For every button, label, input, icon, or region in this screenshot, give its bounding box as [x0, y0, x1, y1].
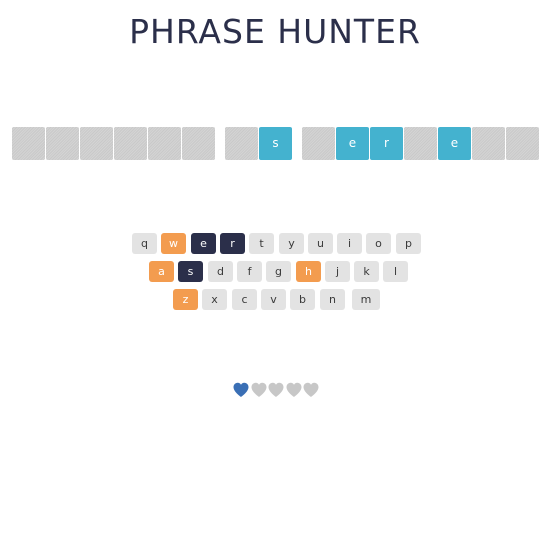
key-c[interactable]: c [232, 289, 257, 310]
phrase-letter-hidden [46, 127, 79, 160]
heart-icon-lost [251, 382, 266, 397]
heart-icon-live [233, 382, 249, 397]
phrase-letter-label: e [450, 136, 459, 150]
phrase-letter-hidden [472, 127, 505, 160]
phrase-letter-hidden [114, 127, 147, 160]
key-q[interactable]: q [132, 233, 157, 254]
phrase-letter-hidden [80, 127, 113, 160]
phrase-letter-hidden [148, 127, 181, 160]
key-l[interactable]: l [383, 261, 408, 282]
key-d[interactable]: d [208, 261, 233, 282]
key-z[interactable]: z [173, 289, 198, 310]
phrase-letter-revealed: s [259, 127, 292, 160]
key-o[interactable]: o [366, 233, 391, 254]
key-h[interactable]: h [296, 261, 321, 282]
key-k[interactable]: k [354, 261, 379, 282]
heart-icon-lost [286, 382, 301, 397]
phrase-letter-label: r [384, 136, 389, 150]
key-e[interactable]: e [191, 233, 216, 254]
phrase-letter-revealed: e [438, 127, 471, 160]
key-f[interactable]: f [237, 261, 262, 282]
key-s[interactable]: s [178, 261, 203, 282]
key-a[interactable]: a [149, 261, 174, 282]
key-j[interactable]: j [325, 261, 350, 282]
phrase-letter-revealed: r [370, 127, 403, 160]
game-screen: PHRASE HUNTER sere qwertyuiopasdfghjklzx… [0, 0, 550, 550]
phrase-letter-revealed: e [336, 127, 369, 160]
key-v[interactable]: v [261, 289, 286, 310]
phrase-letter-label: s [272, 136, 279, 150]
key-x[interactable]: x [202, 289, 227, 310]
phrase-letter-hidden [12, 127, 45, 160]
key-b[interactable]: b [290, 289, 315, 310]
phrase-letter-hidden [506, 127, 539, 160]
key-g[interactable]: g [266, 261, 291, 282]
key-t[interactable]: t [249, 233, 274, 254]
phrase-letter-hidden [182, 127, 215, 160]
page-title: PHRASE HUNTER [129, 12, 421, 51]
key-y[interactable]: y [279, 233, 304, 254]
phrase-letter-hidden [302, 127, 335, 160]
heart-icon-lost [303, 382, 319, 397]
key-n[interactable]: n [320, 289, 345, 310]
key-p[interactable]: p [396, 233, 421, 254]
phrase-letter-hidden [404, 127, 437, 160]
key-m[interactable]: m [352, 289, 380, 310]
key-u[interactable]: u [308, 233, 333, 254]
key-w[interactable]: w [161, 233, 186, 254]
key-i[interactable]: i [337, 233, 362, 254]
heart-icon-lost [268, 382, 284, 397]
phrase-letter-label: e [348, 136, 357, 150]
phrase-letter-hidden [225, 127, 258, 160]
key-r[interactable]: r [220, 233, 245, 254]
